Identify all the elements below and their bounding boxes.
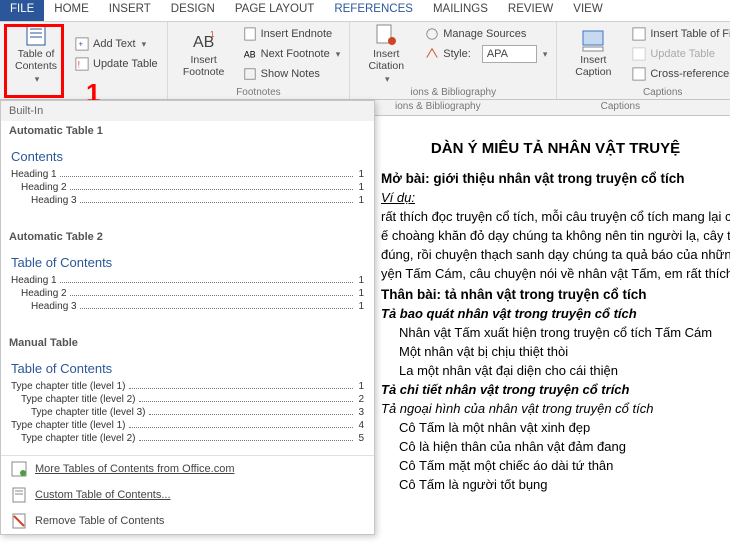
gallery-manual-header: Manual Table bbox=[1, 323, 374, 353]
gallery-auto2-header: Automatic Table 2 bbox=[1, 217, 374, 247]
manage-sources-button[interactable]: Manage Sources bbox=[422, 25, 550, 43]
gallery-remove-toc[interactable]: Remove Table of Contents bbox=[1, 508, 374, 534]
ribbon-group-labels-partial: ions & Bibliography Captions bbox=[375, 100, 730, 116]
chevron-down-icon: ▾ bbox=[35, 74, 40, 85]
toc-icon bbox=[24, 23, 48, 47]
update-caption-table-button[interactable]: Update Table bbox=[629, 45, 730, 63]
paragraph: rất thích đọc truyện cổ tích, mỗi câu tr… bbox=[381, 209, 730, 224]
list-item: Cô Tấm mặt một chiếc áo dài tứ thân bbox=[381, 458, 730, 473]
tab-home[interactable]: HOME bbox=[44, 0, 99, 21]
gallery-section-builtin: Built-In bbox=[1, 101, 374, 121]
ribbon: Table ofContents ▾ +Add Text▾ !Update Ta… bbox=[0, 22, 730, 100]
group-footnotes: AB1 InsertFootnote Insert Endnote ABNext… bbox=[168, 22, 351, 99]
tab-page-layout[interactable]: PAGE LAYOUT bbox=[225, 0, 324, 21]
toc-button[interactable]: Table ofContents ▾ bbox=[6, 25, 66, 83]
svg-text:!: ! bbox=[78, 60, 80, 70]
style-select[interactable]: Style: APA▾ bbox=[422, 45, 550, 63]
citation-icon bbox=[374, 23, 398, 47]
svg-text:+: + bbox=[79, 40, 84, 49]
list-item: Cô Tấm là một nhân vật xinh đẹp bbox=[381, 420, 730, 435]
gallery-custom-toc[interactable]: Custom Table of Contents... bbox=[1, 482, 374, 508]
group-citations: InsertCitation▾ Manage Sources Style: AP… bbox=[350, 22, 557, 99]
paragraph: yện Tấm Cám, câu chuyện nói về nhân vật … bbox=[381, 266, 730, 281]
tab-view[interactable]: VIEW bbox=[563, 0, 612, 21]
heading-ngoaihinh: Tả ngoại hình của nhân vật trong truyện … bbox=[381, 401, 730, 416]
next-footnote-button[interactable]: ABNext Footnote▾ bbox=[240, 45, 344, 63]
cross-reference-button[interactable]: Cross-reference bbox=[629, 65, 730, 83]
gallery-auto1-header: Automatic Table 1 bbox=[1, 121, 374, 141]
list-item: Một nhân vật bị chịu thiệt thòi bbox=[381, 344, 730, 359]
heading-baokuat: Tả bao quát nhân vật trong truyện cổ tíc… bbox=[381, 306, 730, 321]
insert-tof-button[interactable]: Insert Table of Figures bbox=[629, 25, 730, 43]
list-item: Cô Tấm là người tốt bụng bbox=[381, 477, 730, 492]
auto1-title: Contents bbox=[11, 149, 364, 164]
doc-title: DÀN Ý MIÊU TẢ NHÂN VẬT TRUYỆ bbox=[381, 140, 730, 157]
tab-design[interactable]: DESIGN bbox=[161, 0, 225, 21]
tab-insert[interactable]: INSERT bbox=[99, 0, 161, 21]
ribbon-tabs: FILE HOME INSERT DESIGN PAGE LAYOUT REFE… bbox=[0, 0, 730, 22]
insert-citation-button[interactable]: InsertCitation▾ bbox=[356, 25, 416, 83]
group-captions: InsertCaption Insert Table of Figures Up… bbox=[557, 22, 730, 99]
gallery-auto1-preview[interactable]: Contents Heading 11 Heading 21 Heading 3… bbox=[1, 141, 374, 217]
show-notes-button[interactable]: Show Notes bbox=[240, 65, 344, 83]
insert-caption-button[interactable]: InsertCaption bbox=[563, 25, 623, 83]
update-table-button[interactable]: !Update Table bbox=[72, 55, 161, 73]
document-area[interactable]: DÀN Ý MIÊU TẢ NHÂN VẬT TRUYỆ Mở bài: giớ… bbox=[375, 100, 730, 552]
manual-title: Table of Contents bbox=[11, 361, 364, 376]
list-item: Nhân vật Tấm xuất hiện trong truyện cổ t… bbox=[381, 325, 730, 340]
heading-chitiet: Tả chi tiết nhân vật trong truyện cổ trí… bbox=[381, 382, 730, 397]
tab-mailings[interactable]: MAILINGS bbox=[423, 0, 498, 21]
insert-endnote-button[interactable]: Insert Endnote bbox=[240, 25, 344, 43]
paragraph: đúng, rồi chuyện thạch sanh dạy chúng ta… bbox=[381, 247, 730, 262]
gallery-manual-preview[interactable]: Table of Contents Type chapter title (le… bbox=[1, 353, 374, 455]
svg-text:1: 1 bbox=[210, 30, 215, 39]
list-item: Cô là hiện thân của nhân vật đảm đang bbox=[381, 439, 730, 454]
vidu-label: Ví dụ: bbox=[381, 190, 730, 205]
auto2-title: Table of Contents bbox=[11, 255, 364, 270]
tab-review[interactable]: REVIEW bbox=[498, 0, 563, 21]
gallery-more-office[interactable]: More Tables of Contents from Office.com bbox=[1, 456, 374, 482]
heading-thanbai: Thân bài: tả nhân vật trong truyện cổ tí… bbox=[381, 287, 730, 302]
tab-file[interactable]: FILE bbox=[0, 0, 44, 21]
insert-footnote-button[interactable]: AB1 InsertFootnote bbox=[174, 25, 234, 83]
toc-gallery-dropdown: Built-In Automatic Table 1 Contents Head… bbox=[0, 100, 375, 535]
heading-mobai: Mở bài: giới thiệu nhân vật trong truyện… bbox=[381, 171, 730, 186]
svg-text:AB: AB bbox=[244, 50, 256, 60]
paragraph: ế choàng khăn đỏ dạy chúng ta không nên … bbox=[381, 228, 730, 243]
toc-label: Table ofContents bbox=[15, 49, 57, 72]
list-item: La một nhân vật đại diện cho cái thiện bbox=[381, 363, 730, 378]
add-text-button[interactable]: +Add Text▾ bbox=[72, 35, 161, 53]
gallery-auto2-preview[interactable]: Table of Contents Heading 11 Heading 21 … bbox=[1, 247, 374, 323]
caption-icon bbox=[581, 29, 605, 53]
footnote-icon: AB1 bbox=[192, 29, 216, 53]
tab-references[interactable]: REFERENCES bbox=[324, 0, 423, 21]
group-toc: Table ofContents ▾ +Add Text▾ !Update Ta… bbox=[0, 22, 168, 99]
